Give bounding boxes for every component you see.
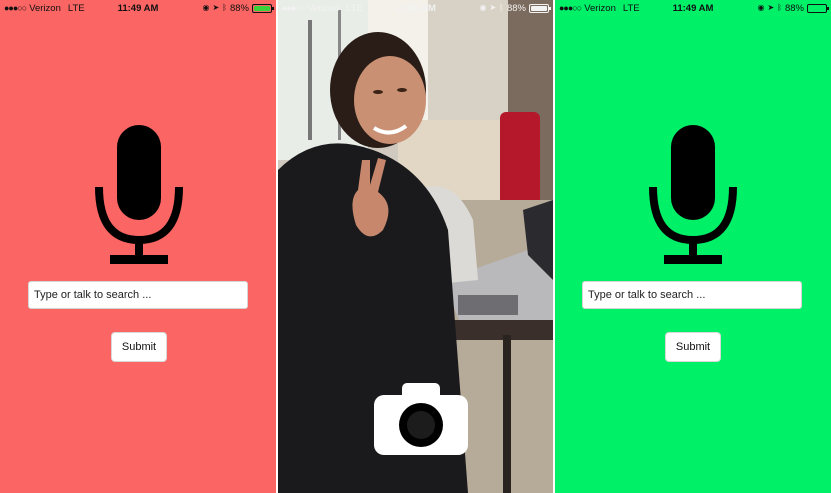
microphone-icon[interactable] — [648, 125, 738, 265]
status-bar: ●●●○○ Verizon LTE 11:49 AM ◉ ➤ ᛒ 88% — [555, 0, 831, 16]
clock: 11:48 AM — [395, 2, 436, 14]
voice-search-screen-red: ●●●○○ Verizon LTE 11:49 AM ◉ ➤ ᛒ 88% Sub… — [0, 0, 276, 493]
bluetooth-icon: ᛒ — [777, 3, 782, 12]
bluetooth-icon: ᛒ — [222, 3, 227, 12]
alarm-icon: ◉ — [757, 3, 765, 12]
battery-percent: 88% — [229, 2, 249, 14]
alarm-icon: ◉ — [479, 3, 487, 12]
signal-strength-icon: ●●●○○ — [559, 3, 582, 13]
location-arrow-icon: ➤ — [489, 3, 497, 12]
location-arrow-icon: ➤ — [767, 3, 775, 12]
carrier-label: Verizon — [29, 2, 61, 14]
location-arrow-icon: ➤ — [212, 3, 220, 12]
clock: 11:49 AM — [117, 2, 159, 14]
camera-icon[interactable] — [374, 383, 468, 455]
battery-percent: 88% — [784, 2, 804, 14]
status-bar: ●●●○○ Verizon LTE 11:49 AM ◉ ➤ ᛒ 88% — [0, 0, 276, 16]
submit-button[interactable]: Submit — [665, 332, 721, 362]
battery-icon — [529, 3, 551, 13]
carrier-label: Verizon — [584, 2, 616, 14]
search-input[interactable] — [28, 281, 248, 309]
voice-search-screen-green: ●●●○○ Verizon LTE 11:49 AM ◉ ➤ ᛒ 88% Sub… — [555, 0, 831, 493]
clock: 11:49 AM — [672, 2, 714, 14]
bluetooth-icon: ᛒ — [499, 3, 504, 12]
battery-icon — [807, 3, 829, 13]
signal-strength-icon: ●●●○○ — [282, 3, 305, 13]
network-label: LTE — [67, 2, 85, 14]
battery-percent: 88% — [506, 2, 526, 14]
status-bar: ●●●○○ Verizon LTE 11:48 AM ◉ ➤ ᛒ 88% — [278, 0, 553, 16]
search-input[interactable] — [582, 281, 802, 309]
camera-screen: ●●●○○ Verizon LTE 11:48 AM ◉ ➤ ᛒ 88% — [278, 0, 553, 493]
alarm-icon: ◉ — [202, 3, 210, 12]
microphone-icon[interactable] — [94, 125, 184, 265]
network-label: LTE — [345, 2, 363, 14]
carrier-label: Verizon — [307, 2, 339, 14]
submit-button[interactable]: Submit — [111, 332, 167, 362]
battery-icon — [252, 3, 274, 13]
network-label: LTE — [622, 2, 640, 14]
signal-strength-icon: ●●●○○ — [4, 3, 27, 13]
